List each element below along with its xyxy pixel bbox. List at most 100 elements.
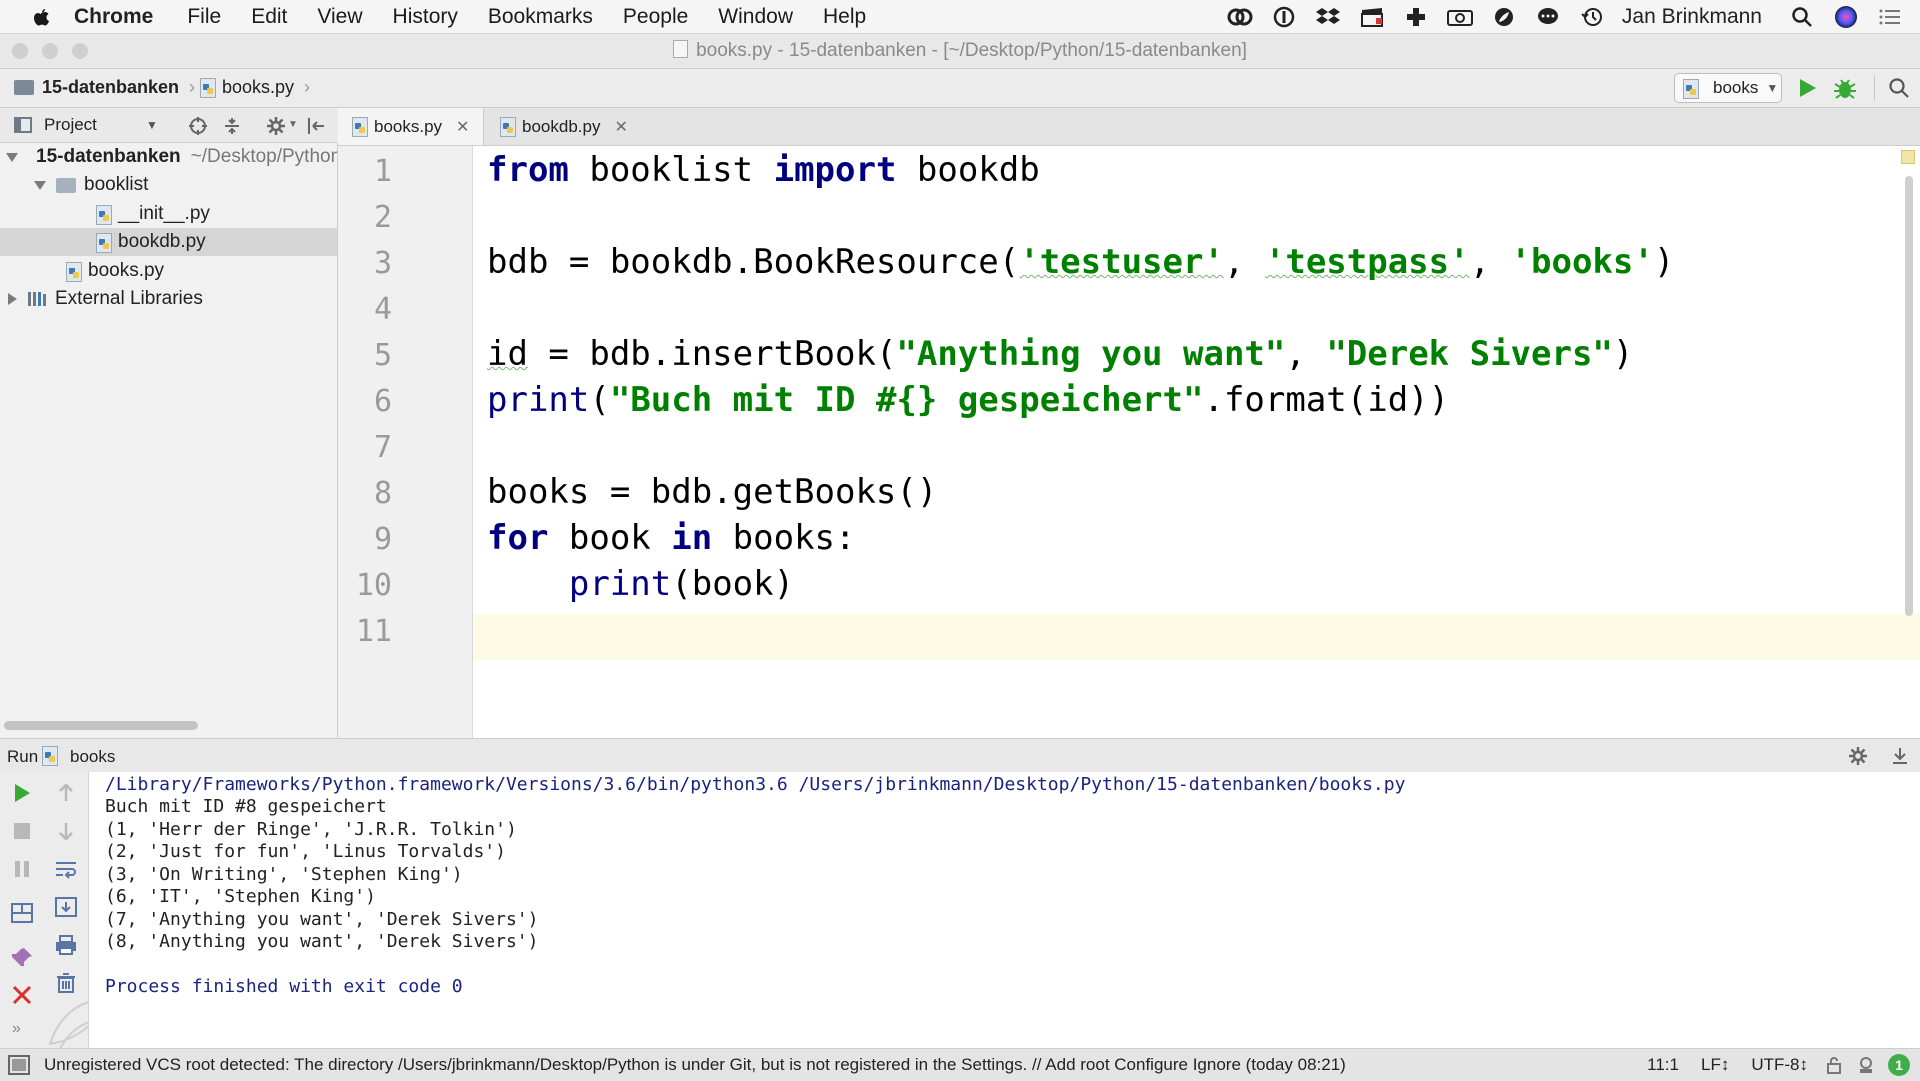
menu-window[interactable]: Window xyxy=(718,5,793,29)
expand-arrow-icon[interactable] xyxy=(6,152,18,162)
python-file-icon xyxy=(66,261,82,282)
tree-item-project-root[interactable]: 15-datenbanken ~/Desktop/Python/15-daten… xyxy=(0,143,337,171)
print-icon[interactable] xyxy=(54,934,78,956)
libraries-icon xyxy=(28,292,46,306)
tab-label: books.py xyxy=(374,116,443,136)
spotlight-search-icon[interactable] xyxy=(1788,5,1816,29)
menu-edit[interactable]: Edit xyxy=(251,5,287,29)
notification-center-icon[interactable] xyxy=(1876,5,1904,29)
tree-item-books-py[interactable]: books.py xyxy=(0,257,337,285)
apple-icon[interactable] xyxy=(30,6,52,28)
tree-item-booklist[interactable]: booklist xyxy=(0,171,337,199)
close-tab-icon[interactable]: ✕ xyxy=(614,117,627,137)
analysis-status-indicator[interactable] xyxy=(1901,150,1915,164)
line-number: 6 xyxy=(373,384,392,419)
hide-panel-icon[interactable] xyxy=(306,116,326,136)
pin-icon[interactable] xyxy=(10,946,34,968)
tree-item-bookdb-py[interactable]: bookdb.py xyxy=(0,228,337,256)
run-console[interactable]: /Library/Frameworks/Python.framework/Ver… xyxy=(89,772,1920,1048)
line-number: 5 xyxy=(373,338,392,373)
time-machine-icon[interactable] xyxy=(1578,5,1606,29)
user-name[interactable]: Jan Brinkmann xyxy=(1622,5,1762,29)
project-tree: 15-datenbanken ~/Desktop/Python/15-daten… xyxy=(0,143,338,737)
scroll-to-end-icon[interactable] xyxy=(54,896,78,918)
code-line-5: id = bdb.insertBook("Anything you want",… xyxy=(487,334,1634,374)
inspector-icon[interactable] xyxy=(1856,1055,1876,1075)
more-tools-icon[interactable]: » xyxy=(12,1020,21,1038)
chevron-down-icon[interactable]: ▼ xyxy=(146,118,158,132)
run-config-dropdown[interactable]: books ▼ xyxy=(1674,73,1782,103)
menu-help[interactable]: Help xyxy=(823,5,866,29)
event-log-badge[interactable]: 1 xyxy=(1888,1054,1910,1076)
plus-app-icon[interactable] xyxy=(1402,5,1430,29)
run-panel-title: Run xyxy=(7,747,39,766)
settings-gear-icon[interactable] xyxy=(1848,746,1868,766)
project-view-selector[interactable]: Project xyxy=(44,115,97,135)
vertical-scrollbar[interactable] xyxy=(1905,176,1913,616)
rerun-icon[interactable] xyxy=(10,782,34,804)
run-panel-config[interactable]: books xyxy=(70,747,115,767)
caret-position[interactable]: 11:1 xyxy=(1647,1055,1679,1075)
menu-people[interactable]: People xyxy=(623,5,688,29)
run-icon[interactable] xyxy=(1796,77,1818,99)
clapper-icon[interactable] xyxy=(1358,5,1386,29)
close-run-icon[interactable] xyxy=(10,984,34,1006)
password-manager-icon[interactable] xyxy=(1270,5,1298,29)
creative-cloud-icon[interactable] xyxy=(1226,5,1254,29)
console-exit-line: Process finished with exit code 0 xyxy=(105,976,463,997)
siri-icon[interactable] xyxy=(1832,5,1860,29)
chat-icon[interactable] xyxy=(1534,5,1562,29)
menu-file[interactable]: File xyxy=(187,5,221,29)
pause-icon[interactable] xyxy=(10,858,34,880)
chevron-down-icon[interactable]: ▼ xyxy=(288,119,298,130)
settings-gear-icon[interactable] xyxy=(266,116,286,136)
lock-icon[interactable] xyxy=(1826,1056,1842,1074)
console-line: (3, 'On Writing', 'Stephen King') xyxy=(105,864,463,885)
file-encoding[interactable]: UTF-8↕ xyxy=(1751,1055,1808,1075)
hide-panel-icon[interactable] xyxy=(1890,746,1910,766)
status-message[interactable]: Unregistered VCS root detected: The dire… xyxy=(44,1055,1627,1075)
clear-trash-icon[interactable] xyxy=(54,972,78,994)
arrow-up-icon[interactable] xyxy=(54,782,78,804)
console-line: (8, 'Anything you want', 'Derek Sivers') xyxy=(105,931,539,952)
tab-books-py[interactable]: books.py ✕ xyxy=(338,108,484,145)
arrow-down-icon[interactable] xyxy=(54,820,78,842)
horizontal-scrollbar[interactable] xyxy=(4,721,198,730)
menu-history[interactable]: History xyxy=(393,5,458,29)
expand-arrow-icon[interactable] xyxy=(34,180,46,190)
line-separator[interactable]: LF↕ xyxy=(1701,1055,1729,1075)
dropbox-icon[interactable] xyxy=(1314,5,1342,29)
search-everywhere-icon[interactable] xyxy=(1888,77,1910,99)
tree-item-label: External Libraries xyxy=(55,288,203,309)
chevron-down-icon: ▼ xyxy=(1766,81,1779,95)
stop-icon[interactable] xyxy=(10,820,34,842)
menu-app-name[interactable]: Chrome xyxy=(74,5,153,29)
tool-windows-icon[interactable] xyxy=(8,1055,30,1075)
tab-bookdb-py[interactable]: bookdb.py ✕ xyxy=(488,108,638,145)
collapse-arrow-icon[interactable] xyxy=(8,293,17,305)
tree-item-label: booklist xyxy=(84,174,149,195)
run-toolbar: » xyxy=(0,772,112,1050)
leaf-app-icon[interactable] xyxy=(1490,5,1518,29)
collapse-all-icon[interactable] xyxy=(222,116,242,136)
tab-label: bookdb.py xyxy=(522,116,601,136)
breadcrumb-project[interactable]: 15-datenbanken › xyxy=(14,77,195,98)
tree-item-init-py[interactable]: __init__.py xyxy=(0,200,337,228)
console-line: (7, 'Anything you want', 'Derek Sivers') xyxy=(105,909,539,930)
layout-icon[interactable] xyxy=(10,902,34,924)
python-file-icon xyxy=(42,746,58,766)
code-line-8: books = bdb.getBooks() xyxy=(487,472,938,512)
console-line: Buch mit ID #8 gespeichert xyxy=(105,796,387,817)
tree-item-external-libraries[interactable]: External Libraries xyxy=(0,285,337,313)
camera-icon[interactable] xyxy=(1446,5,1474,29)
debug-icon[interactable] xyxy=(1832,75,1858,101)
python-file-icon xyxy=(200,78,216,98)
code-line-1: from booklist import bookdb xyxy=(487,150,1040,190)
soft-wrap-icon[interactable] xyxy=(54,858,78,880)
code-editor[interactable]: from booklist import bookdb bdb = bookdb… xyxy=(473,146,1920,738)
breadcrumb-file[interactable]: books.py › xyxy=(200,77,310,98)
menu-view[interactable]: View xyxy=(317,5,362,29)
close-tab-icon[interactable]: ✕ xyxy=(456,117,469,137)
menu-bookmarks[interactable]: Bookmarks xyxy=(488,5,593,29)
scroll-from-source-icon[interactable] xyxy=(188,116,208,136)
